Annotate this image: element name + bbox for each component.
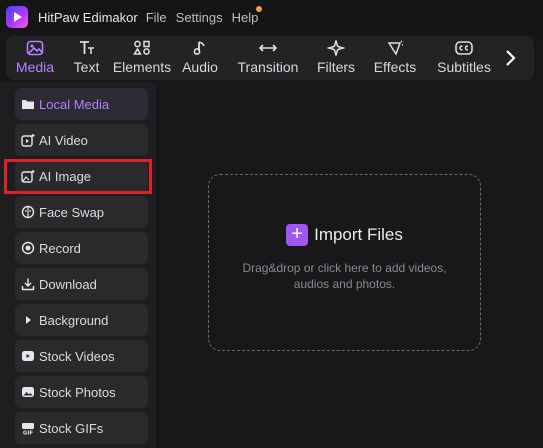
tab-label: Transition xyxy=(237,59,299,75)
folder-icon xyxy=(21,97,35,111)
chevron-right-icon[interactable] xyxy=(499,36,521,80)
sidebar-item-local-media[interactable]: Local Media xyxy=(15,88,148,120)
tab-filters[interactable]: Filters xyxy=(311,36,361,80)
tab-subtitles[interactable]: Subtitles xyxy=(429,36,499,80)
face-swap-icon xyxy=(21,205,35,219)
media-main-panel: + Import Files Drag&drop or click here t… xyxy=(158,82,543,448)
download-icon xyxy=(21,277,35,291)
sidebar-item-label: AI Video xyxy=(39,132,88,148)
sidebar-item-label: Record xyxy=(39,240,81,256)
tab-label: Filters xyxy=(316,59,356,75)
menu-file[interactable]: File xyxy=(146,10,167,25)
filters-icon xyxy=(327,39,345,57)
sidebar-item-face-swap[interactable]: Face Swap xyxy=(15,196,148,228)
subtitles-icon xyxy=(454,39,474,57)
app-logo-icon xyxy=(6,6,28,28)
sidebar-item-record[interactable]: Record xyxy=(15,232,148,264)
import-dropzone[interactable]: + Import Files Drag&drop or click here t… xyxy=(208,174,481,351)
sidebar-item-label: Download xyxy=(39,276,97,292)
tool-tab-bar: Media Text Elements Audio Transition Fil… xyxy=(6,36,534,80)
record-icon xyxy=(21,241,35,255)
tab-transition[interactable]: Transition xyxy=(225,36,311,80)
sidebar-item-label: Stock Videos xyxy=(39,348,115,364)
media-sidebar: Local Media AI Video AI Image Face Swap … xyxy=(0,82,156,448)
sidebar-item-label: Stock GIFs xyxy=(39,420,104,436)
import-files-button[interactable]: + Import Files xyxy=(286,223,403,246)
tab-label: Effects xyxy=(373,59,417,75)
notification-dot xyxy=(256,5,263,12)
tab-audio[interactable]: Audio xyxy=(175,36,225,80)
audio-icon xyxy=(192,39,208,57)
sidebar-item-stock-videos[interactable]: Stock Videos xyxy=(15,340,148,372)
menu-help-label[interactable]: Help xyxy=(232,10,259,25)
tab-label: Media xyxy=(15,59,55,75)
stock-videos-icon xyxy=(21,349,35,363)
sidebar-item-download[interactable]: Download xyxy=(15,268,148,300)
ai-video-icon xyxy=(21,133,35,147)
import-hint: Drag&drop or click here to add videos, a… xyxy=(242,260,447,291)
sidebar-item-label: Face Swap xyxy=(39,204,105,220)
plus-icon: + xyxy=(286,223,309,246)
tab-label: Text xyxy=(73,59,100,75)
sidebar-item-label: Stock Photos xyxy=(39,384,116,400)
app-name: HitPaw Edimakor xyxy=(38,9,138,25)
text-icon xyxy=(78,39,96,57)
effects-icon xyxy=(386,39,404,57)
gif-icon: GIF xyxy=(21,421,35,435)
sidebar-item-label: Local Media xyxy=(39,96,110,112)
tab-label: Audio xyxy=(182,59,218,75)
tab-elements[interactable]: Elements xyxy=(109,36,175,80)
menu-settings[interactable]: Settings xyxy=(176,10,223,25)
tab-media[interactable]: Media xyxy=(6,36,64,80)
tab-text[interactable]: Text xyxy=(64,36,109,80)
sidebar-item-background[interactable]: Background xyxy=(15,304,148,336)
sidebar-item-ai-video[interactable]: AI Video xyxy=(15,124,148,156)
stock-photos-icon xyxy=(21,385,35,399)
menu-help[interactable]: Help xyxy=(232,5,263,25)
tab-label: Elements xyxy=(112,59,172,75)
tab-effects[interactable]: Effects xyxy=(361,36,429,80)
title-bar: HitPaw Edimakor File Settings Help xyxy=(0,0,543,34)
tab-label: Subtitles xyxy=(437,59,491,75)
ai-image-highlight-box xyxy=(4,159,152,194)
sidebar-item-stock-photos[interactable]: Stock Photos xyxy=(15,376,148,408)
sidebar-item-stock-gifs[interactable]: GIF Stock GIFs xyxy=(15,412,148,444)
svg-text:GIF: GIF xyxy=(23,431,34,436)
import-files-label: Import Files xyxy=(314,224,403,244)
play-triangle-icon xyxy=(21,313,35,327)
elements-icon xyxy=(133,39,151,57)
sidebar-item-label: Background xyxy=(39,312,109,328)
transition-icon xyxy=(258,39,278,57)
media-icon xyxy=(26,39,44,57)
